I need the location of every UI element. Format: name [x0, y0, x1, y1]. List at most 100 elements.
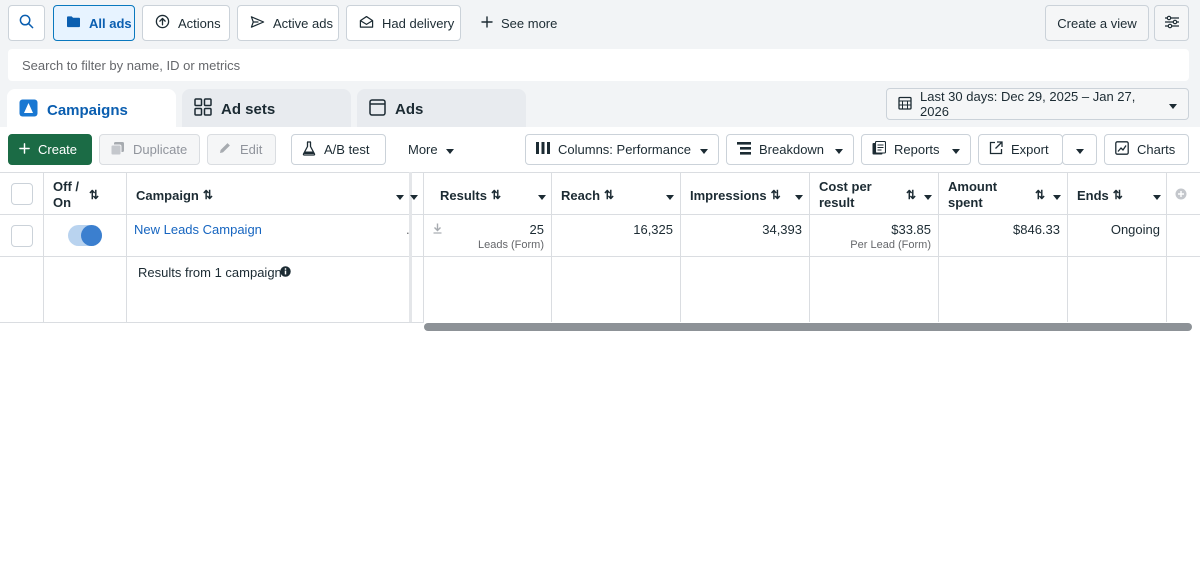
all-ads-label: All ads: [89, 15, 132, 31]
select-all-checkbox[interactable]: [11, 183, 33, 205]
duplicate-button[interactable]: Duplicate: [99, 134, 200, 165]
active-ads-filter[interactable]: Active ads: [237, 5, 339, 41]
grid-icon: [194, 98, 212, 120]
header-amount-spent[interactable]: Amount spent ⇅: [948, 175, 1061, 215]
sort-icon[interactable]: ⇅: [1113, 188, 1123, 202]
date-range-picker[interactable]: Last 30 days: Dec 29, 2025 – Jan 27, 202…: [886, 88, 1189, 120]
edit-button[interactable]: Edit: [207, 134, 276, 165]
chevron-down-icon: [835, 142, 843, 157]
summary-text: Results from 1 campaign: [138, 265, 282, 280]
col-divider: [1067, 172, 1068, 322]
sort-icon[interactable]: ⇅: [1035, 188, 1045, 202]
plus-icon: [481, 15, 493, 31]
row-checkbox[interactable]: [11, 225, 33, 247]
row-overflow-marker: .: [406, 222, 410, 237]
col-divider: [680, 172, 681, 322]
had-delivery-filter[interactable]: Had delivery: [346, 5, 461, 41]
date-range-label: Last 30 days: Dec 29, 2025 – Jan 27, 202…: [920, 89, 1136, 119]
tab-ads[interactable]: Ads: [357, 89, 526, 129]
columns-button[interactable]: Columns: Performance: [525, 134, 719, 165]
sort-icon[interactable]: ⇅: [203, 188, 213, 202]
filter-bar: All ads Actions Active ads Had delivery …: [0, 0, 1200, 48]
envelope-open-icon: [359, 15, 374, 32]
tab-campaigns[interactable]: Campaigns: [7, 89, 176, 129]
info-icon[interactable]: [280, 265, 291, 280]
chevron-down-icon: [952, 142, 960, 157]
header-off-on-line2: On: [53, 195, 72, 210]
edit-label: Edit: [240, 142, 263, 157]
campaign-toggle[interactable]: [68, 225, 102, 246]
create-button[interactable]: Create: [8, 134, 92, 165]
chevron-down-icon[interactable]: [410, 188, 418, 203]
ab-test-button[interactable]: A/B test: [291, 134, 386, 165]
window-icon: [369, 98, 386, 120]
header-impressions[interactable]: Impressions ⇅: [690, 175, 803, 215]
sort-icon[interactable]: ⇅: [906, 188, 916, 202]
tab-ad-sets-label: Ad sets: [221, 100, 276, 118]
chevron-down-icon[interactable]: [396, 188, 404, 203]
export-button[interactable]: Export: [978, 134, 1063, 165]
header-reach[interactable]: Reach ⇅: [561, 175, 674, 215]
reports-label: Reports: [894, 142, 940, 157]
calendar-icon: [898, 96, 912, 113]
header-cost-line1: Cost per: [819, 179, 872, 194]
breakdown-button[interactable]: Breakdown: [726, 134, 854, 165]
ab-test-label: A/B test: [324, 142, 370, 157]
export-dropdown-button[interactable]: [1062, 134, 1097, 165]
tab-ads-label: Ads: [395, 100, 424, 118]
actions-filter[interactable]: Actions: [142, 5, 230, 41]
impressions-value: 34,393: [762, 222, 802, 237]
header-hidden-col[interactable]: [410, 175, 418, 215]
more-button[interactable]: More: [397, 134, 463, 165]
columns-icon: [536, 142, 550, 157]
duplicate-icon: [110, 141, 125, 159]
campaign-name-link[interactable]: New Leads Campaign: [134, 222, 262, 237]
search-button[interactable]: [8, 5, 45, 41]
chevron-down-icon[interactable]: [1153, 188, 1161, 203]
chevron-down-icon: [1169, 97, 1177, 112]
results-value: 25: [529, 222, 544, 237]
ends-value: Ongoing: [1110, 222, 1160, 237]
duplicate-label: Duplicate: [133, 142, 188, 157]
col-divider: [1166, 172, 1167, 322]
export-label: Export: [1011, 142, 1049, 157]
reach-value: 16,325: [633, 222, 673, 237]
settings-button[interactable]: [1154, 5, 1189, 41]
more-label: More: [408, 142, 438, 157]
header-cost-line2: result: [819, 195, 855, 210]
see-more-filter[interactable]: See more: [468, 5, 564, 41]
col-divider: [43, 172, 44, 322]
header-amount-line1: Amount: [948, 179, 998, 194]
col-divider: [126, 172, 127, 322]
header-results[interactable]: Results ⇅: [440, 175, 546, 215]
col-divider: [423, 172, 424, 322]
sort-icon[interactable]: ⇅: [604, 188, 614, 202]
add-column-button[interactable]: [1175, 175, 1189, 215]
breakdown-label: Breakdown: [759, 142, 825, 157]
header-campaign-label: Campaign: [136, 187, 199, 203]
horizontal-scrollbar[interactable]: [424, 323, 1192, 331]
sort-icon[interactable]: ⇅: [491, 188, 501, 202]
header-cost-per-result[interactable]: Cost per result ⇅: [819, 175, 932, 215]
reports-button[interactable]: Reports: [861, 134, 971, 165]
charts-label: Charts: [1137, 142, 1176, 157]
chevron-down-icon[interactable]: [924, 188, 932, 203]
charts-button[interactable]: Charts: [1104, 134, 1189, 165]
chevron-down-icon[interactable]: [538, 188, 546, 203]
all-ads-filter[interactable]: All ads: [53, 5, 135, 41]
header-off-on-line1: Off /: [53, 179, 79, 194]
cost-per-result-value: $33.85: [891, 222, 931, 237]
chevron-down-icon[interactable]: [666, 188, 674, 203]
chevron-down-icon[interactable]: [795, 188, 803, 203]
create-view-label: Create a view: [1057, 15, 1137, 31]
tab-ad-sets[interactable]: Ad sets: [182, 89, 351, 129]
create-view-button[interactable]: Create a view: [1045, 5, 1149, 41]
chevron-down-icon[interactable]: [1053, 188, 1061, 203]
send-icon: [250, 15, 265, 32]
search-input[interactable]: [22, 57, 1189, 73]
header-off-on[interactable]: Off / On ⇅: [53, 175, 123, 215]
header-ends[interactable]: Ends ⇅: [1077, 175, 1161, 215]
header-campaign[interactable]: Campaign ⇅: [136, 175, 404, 215]
sort-icon[interactable]: ⇅: [771, 188, 781, 202]
sort-icon[interactable]: ⇅: [89, 188, 99, 202]
